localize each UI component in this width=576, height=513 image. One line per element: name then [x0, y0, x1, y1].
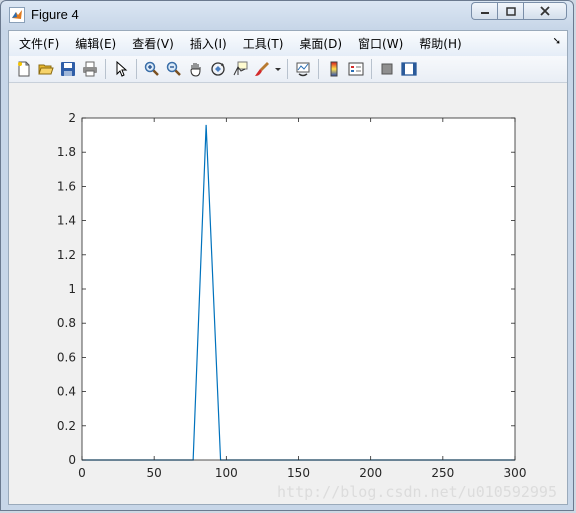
close-icon [540, 6, 550, 16]
figure-window: Figure 4 文件(F) 编辑(E) 查看(V) 插入(I) 工具(T) 桌… [0, 0, 574, 511]
x-tick-label-6: 300 [504, 466, 527, 480]
link-plot-icon[interactable] [292, 58, 314, 80]
watermark: http://blog.csdn.net/u010592995 [277, 483, 557, 501]
legend-icon[interactable] [345, 58, 367, 80]
toolbar-separator [105, 59, 106, 79]
x-tick-label-2: 100 [215, 466, 238, 480]
x-tick-label-4: 200 [359, 466, 382, 480]
menu-help[interactable]: 帮助(H) [411, 34, 469, 54]
x-tick-label-0: 0 [78, 466, 86, 480]
minimize-icon [480, 12, 489, 14]
figure-client-area: 文件(F) 编辑(E) 查看(V) 插入(I) 工具(T) 桌面(D) 窗口(W… [8, 30, 568, 505]
toolbar-separator [371, 59, 372, 79]
hide-plot-tools-icon[interactable] [376, 58, 398, 80]
matlab-icon [9, 7, 25, 23]
print-icon[interactable] [79, 58, 101, 80]
x-tick-label-1: 50 [147, 466, 162, 480]
menu-tools[interactable]: 工具(T) [235, 34, 292, 54]
open-file-icon[interactable] [35, 58, 57, 80]
y-tick-label-8: 1.6 [57, 179, 76, 193]
menu-desktop[interactable]: 桌面(D) [291, 34, 350, 54]
figure-toolbar [9, 56, 567, 83]
axes-background [82, 118, 515, 460]
toolbar-separator [287, 59, 288, 79]
window-title: Figure 4 [31, 7, 79, 22]
toolbar-separator [136, 59, 137, 79]
save-icon[interactable] [57, 58, 79, 80]
colorbar-icon[interactable] [323, 58, 345, 80]
brush-icon[interactable] [251, 58, 273, 80]
data-cursor-icon[interactable] [229, 58, 251, 80]
y-tick-label-7: 1.4 [57, 214, 76, 228]
maximize-icon [505, 6, 516, 16]
y-tick-label-10: 2 [68, 111, 76, 125]
minimize-button[interactable] [471, 2, 497, 20]
line-chart[interactable]: 0 50 100 150 200 250 300 0 0.2 0.4 0.6 0.8 1 1.2 1.4 1.… [9, 84, 567, 504]
menubar-dock-icon[interactable]: ➘ [553, 36, 561, 47]
menu-edit[interactable]: 编辑(E) [67, 34, 124, 54]
zoom-in-icon[interactable] [141, 58, 163, 80]
x-tick-label-5: 250 [431, 466, 454, 480]
menu-window[interactable]: 窗口(W) [350, 34, 411, 54]
x-tick-label-3: 150 [287, 466, 310, 480]
pan-hand-icon[interactable] [185, 58, 207, 80]
menu-view[interactable]: 查看(V) [124, 34, 182, 54]
y-tick-label-0: 0 [68, 453, 76, 467]
y-tick-label-1: 0.2 [57, 419, 76, 433]
toolbar-separator [318, 59, 319, 79]
brush-dropdown-icon[interactable] [273, 58, 283, 80]
close-button[interactable] [523, 2, 567, 20]
y-tick-label-9: 1.8 [57, 145, 76, 159]
y-tick-label-5: 1 [68, 282, 76, 296]
zoom-out-icon[interactable] [163, 58, 185, 80]
title-bar[interactable]: Figure 4 [1, 1, 573, 29]
y-tick-label-4: 0.8 [57, 316, 76, 330]
show-plot-tools-icon[interactable] [398, 58, 420, 80]
new-figure-icon[interactable] [13, 58, 35, 80]
y-tick-label-2: 0.4 [57, 385, 76, 399]
select-arrow-icon[interactable] [110, 58, 132, 80]
menu-insert[interactable]: 插入(I) [182, 34, 235, 54]
y-tick-label-3: 0.6 [57, 350, 76, 364]
menu-file[interactable]: 文件(F) [11, 34, 67, 54]
plot-area: 0 50 100 150 200 250 300 0 0.2 0.4 0.6 0.8 1 1.2 1.4 1.… [9, 84, 567, 504]
y-tick-label-6: 1.2 [57, 248, 76, 262]
menu-bar: 文件(F) 编辑(E) 查看(V) 插入(I) 工具(T) 桌面(D) 窗口(W… [9, 31, 567, 56]
maximize-button[interactable] [497, 2, 523, 20]
rotate-3d-icon[interactable] [207, 58, 229, 80]
